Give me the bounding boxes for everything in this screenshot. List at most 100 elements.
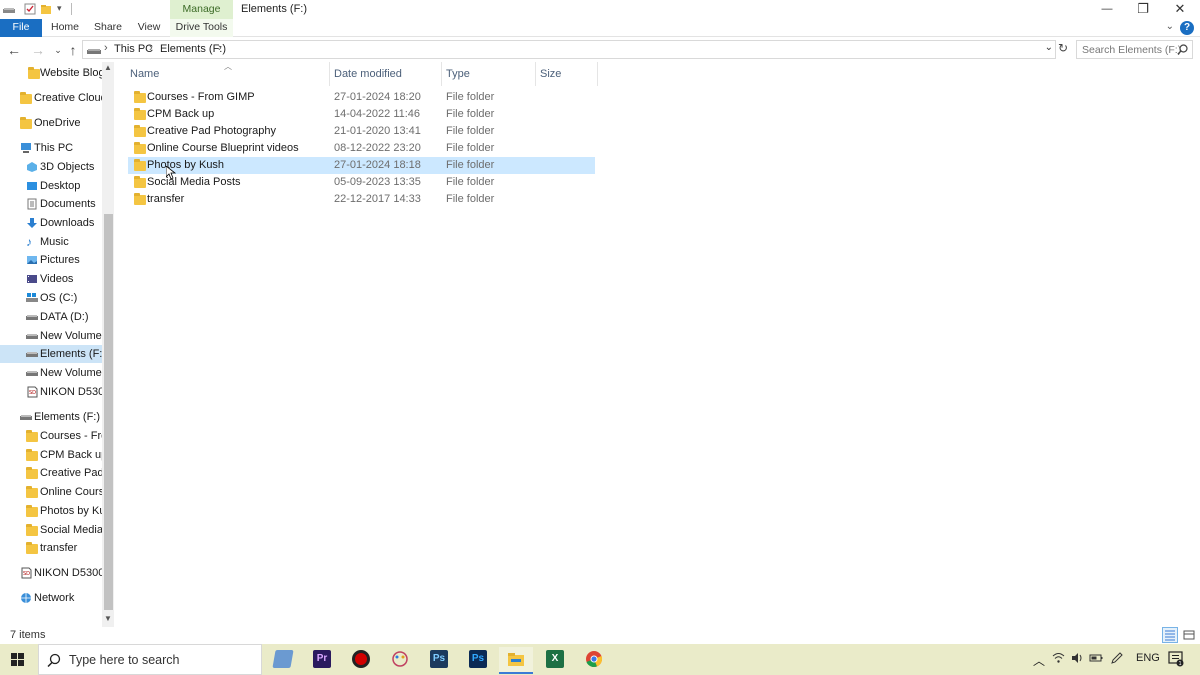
column-divider[interactable]	[329, 62, 330, 86]
battery-icon[interactable]	[1089, 652, 1103, 667]
properties-icon[interactable]	[24, 3, 36, 15]
column-header-name[interactable]: Name	[130, 62, 159, 86]
tab-drive-tools[interactable]: Drive Tools	[170, 19, 233, 37]
table-row[interactable]: Social Media Posts 05-09-2023 13:35 File…	[128, 174, 595, 191]
column-divider[interactable]	[535, 62, 536, 86]
nav-item-videos[interactable]: Videos	[0, 270, 102, 288]
nav-item-3d-objects[interactable]: 3D Objects	[0, 158, 102, 176]
table-row[interactable]: Creative Pad Photography 21-01-2020 13:4…	[128, 123, 595, 140]
notifications-icon[interactable]: 1	[1168, 651, 1184, 670]
forward-icon[interactable]: →	[30, 41, 46, 59]
nav-item-courses[interactable]: Courses - From	[0, 427, 102, 445]
nav-item-data-d[interactable]: DATA (D:)	[0, 308, 102, 326]
table-row-selected[interactable]: Photos by Kush 27-01-2024 18:18 File fol…	[128, 157, 595, 174]
nav-item-new-volume-e[interactable]: New Volume (E	[0, 327, 102, 345]
nav-item-cpm-backup[interactable]: CPM Back up	[0, 446, 102, 464]
table-row[interactable]: CPM Back up 14-04-2022 11:46 File folder	[128, 106, 595, 123]
nav-item-nikon-h[interactable]: SD NIKON D5300 (H	[0, 564, 102, 582]
nav-item-pictures[interactable]: Pictures	[0, 251, 102, 269]
breadcrumb-separator[interactable]: ›	[218, 42, 222, 54]
tab-file[interactable]: File	[0, 19, 42, 37]
minimize-button[interactable]: —	[1088, 0, 1126, 19]
taskbar-app-photoshop-1[interactable]: Ps	[422, 647, 456, 674]
details-view-icon[interactable]	[1162, 627, 1178, 643]
nav-item-elements-f[interactable]: Elements (F:)	[0, 345, 102, 363]
search-placeholder: Search Elements (F:)	[1082, 44, 1182, 56]
tab-view[interactable]: View	[132, 19, 166, 37]
tab-share[interactable]: Share	[90, 19, 126, 37]
scroll-up-icon[interactable]: ▲	[102, 62, 114, 74]
show-hidden-icons-icon[interactable]: ︿	[1033, 652, 1045, 669]
column-header-type[interactable]: Type	[446, 62, 470, 86]
ribbon-expand-icon[interactable]: ⌄	[1166, 21, 1174, 32]
taskbar-search[interactable]: Type here to search	[38, 644, 262, 675]
nav-item-social-media[interactable]: Social Media P	[0, 521, 102, 539]
nav-item-documents[interactable]: Documents	[0, 195, 102, 213]
scroll-down-icon[interactable]: ▼	[102, 613, 114, 625]
pen-icon[interactable]	[1110, 652, 1123, 667]
manage-tab[interactable]: Manage	[170, 0, 233, 19]
drive-icon	[26, 311, 38, 323]
table-row[interactable]: Online Course Blueprint videos 08-12-202…	[128, 140, 595, 157]
volume-icon[interactable]	[1071, 652, 1084, 667]
column-divider[interactable]	[597, 62, 598, 86]
column-header-size[interactable]: Size	[540, 62, 561, 86]
nav-item-os-c[interactable]: OS (C:)	[0, 289, 102, 307]
customize-toolbar-icon[interactable]: ▾	[57, 3, 69, 15]
breadcrumb-this-pc[interactable]: This PC	[114, 43, 153, 55]
nav-item-label: Online Course	[40, 486, 102, 498]
help-icon[interactable]: ?	[1180, 21, 1194, 35]
column-header-date[interactable]: Date modified	[334, 62, 402, 86]
search-box[interactable]: Search Elements (F:)	[1076, 40, 1193, 59]
close-button[interactable]: ✕	[1161, 0, 1199, 19]
nav-item-music[interactable]: ♪ Music	[0, 233, 102, 251]
nav-item-label: New Volume (G	[40, 367, 102, 379]
nav-item-new-volume-g[interactable]: New Volume (G	[0, 364, 102, 382]
breadcrumb-elements[interactable]: Elements (F:)	[160, 43, 226, 55]
drive-icon[interactable]	[3, 3, 15, 15]
nav-scrollbar-thumb[interactable]	[104, 214, 113, 610]
nav-item-nikon[interactable]: SD NIKON D5300	[0, 383, 102, 401]
taskbar-app-premiere[interactable]: Pr	[305, 647, 339, 674]
start-button[interactable]	[0, 644, 36, 675]
nav-item-desktop[interactable]: Desktop	[0, 177, 102, 195]
wifi-icon[interactable]	[1052, 652, 1065, 667]
large-icons-view-icon[interactable]	[1181, 627, 1197, 643]
refresh-icon[interactable]: ↻	[1056, 41, 1070, 57]
taskbar-app-recorder[interactable]	[344, 647, 378, 674]
nav-item-transfer[interactable]: transfer	[0, 539, 102, 557]
nav-item-online-course[interactable]: Online Course	[0, 483, 102, 501]
address-dropdown-icon[interactable]: ⌄	[1045, 42, 1053, 53]
tab-home[interactable]: Home	[46, 19, 84, 37]
photoshop-icon: Ps	[469, 650, 487, 668]
taskbar-app-excel[interactable]: X	[538, 647, 572, 674]
table-row[interactable]: transfer 22-12-2017 14:33 File folder	[128, 191, 595, 208]
nav-item-creative-cloud[interactable]: Creative Cloud F	[0, 89, 102, 107]
maximize-button[interactable]: ❐	[1124, 0, 1162, 19]
taskbar-app-photoshop-2[interactable]: Ps	[461, 647, 495, 674]
breadcrumb-separator[interactable]: ›	[149, 42, 153, 54]
nav-item-onedrive[interactable]: OneDrive	[0, 114, 102, 132]
nav-item-photos-by-kush[interactable]: Photos by Kush	[0, 502, 102, 520]
taskbar-app-file-explorer[interactable]	[499, 647, 533, 674]
taskbar-app-storage[interactable]	[266, 647, 300, 674]
nav-item-this-pc[interactable]: This PC	[0, 139, 102, 157]
nav-item-label: CPM Back up	[40, 449, 102, 461]
back-icon[interactable]: ←	[6, 41, 22, 59]
up-icon[interactable]: ↑	[65, 41, 81, 59]
folder-icon	[134, 91, 146, 106]
breadcrumb-separator[interactable]: ›	[104, 42, 108, 54]
taskbar-app-chrome[interactable]	[577, 647, 611, 674]
taskbar-app-paint[interactable]	[383, 647, 417, 674]
address-bar[interactable]: › This PC › Elements (F:) › ⌄	[82, 40, 1056, 59]
nav-item-elements-f-expanded[interactable]: Elements (F:)	[0, 408, 102, 426]
new-folder-icon[interactable]	[40, 3, 52, 15]
nav-item-downloads[interactable]: Downloads	[0, 214, 102, 232]
nav-item-network[interactable]: Network	[0, 589, 102, 607]
nav-item-creative-pad[interactable]: Creative Pad Ph	[0, 464, 102, 482]
column-divider[interactable]	[441, 62, 442, 86]
table-row[interactable]: Courses - From GIMP 27-01-2024 18:20 Fil…	[128, 89, 595, 106]
nav-item-website-blog[interactable]: Website Blog I	[0, 64, 102, 82]
recent-locations-icon[interactable]: ⌄	[50, 41, 66, 59]
language-indicator[interactable]: ENG	[1136, 652, 1160, 664]
